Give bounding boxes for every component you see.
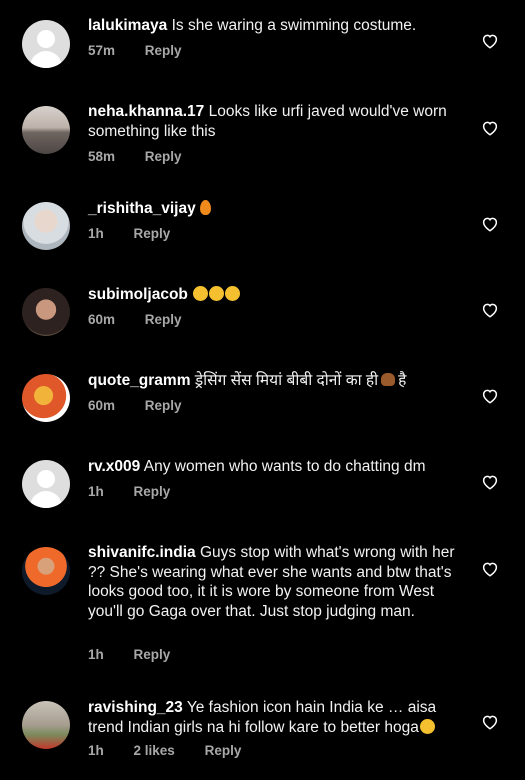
- laughing-emoji-icon: [209, 286, 225, 301]
- reply-button[interactable]: Reply: [134, 647, 171, 662]
- heart-outline-icon[interactable]: [481, 713, 499, 731]
- username[interactable]: lalukimaya: [88, 17, 167, 34]
- comment-text: ड्रेसिंग सेंस मियां बीबी दोनों का ही: [194, 372, 379, 389]
- avatar[interactable]: [22, 106, 70, 154]
- heart-outline-icon[interactable]: [481, 32, 499, 50]
- heart-outline-icon[interactable]: [481, 215, 499, 233]
- avatar[interactable]: [22, 202, 70, 250]
- laughing-emoji-icon: [419, 718, 435, 734]
- reply-button[interactable]: Reply: [134, 484, 171, 499]
- username[interactable]: neha.khanna.17: [88, 103, 204, 120]
- username[interactable]: subimoljacob: [88, 286, 188, 303]
- comment-time: 60m: [88, 312, 116, 327]
- avatar[interactable]: [22, 547, 70, 595]
- username[interactable]: quote_gramm: [88, 372, 191, 389]
- comment-time: 1h: [88, 484, 104, 499]
- comment-time: 1h: [88, 647, 104, 662]
- comment-time: 60m: [88, 398, 116, 413]
- username[interactable]: _rishitha_vijay: [88, 200, 196, 217]
- likes-count[interactable]: 2 likes: [134, 743, 175, 758]
- comment-text-end: है: [398, 372, 407, 389]
- avatar[interactable]: [22, 20, 70, 68]
- avatar[interactable]: [22, 288, 70, 336]
- heart-outline-icon[interactable]: [481, 301, 499, 319]
- username[interactable]: shivanifc.india: [88, 544, 196, 561]
- reply-button[interactable]: Reply: [145, 312, 182, 327]
- comment-text: Is she waring a swimming costume.: [171, 17, 417, 34]
- comment-time: 58m: [88, 149, 116, 164]
- laughing-emoji-icon: [225, 286, 241, 301]
- reply-button[interactable]: Reply: [145, 398, 182, 413]
- heart-outline-icon[interactable]: [481, 119, 499, 137]
- heart-outline-icon[interactable]: [481, 473, 499, 491]
- avatar[interactable]: [22, 701, 70, 749]
- poop-emoji-icon: [381, 373, 396, 386]
- reply-button[interactable]: Reply: [205, 743, 242, 758]
- comment-time: 1h: [88, 226, 104, 241]
- laughing-emoji-icon: [193, 286, 209, 301]
- heart-outline-icon[interactable]: [481, 387, 499, 405]
- comment-time: 57m: [88, 43, 116, 58]
- reply-button[interactable]: Reply: [134, 226, 171, 241]
- avatar[interactable]: [22, 460, 70, 508]
- heart-outline-icon[interactable]: [481, 560, 499, 578]
- comment-time: 1h: [88, 743, 104, 758]
- reply-button[interactable]: Reply: [145, 149, 182, 164]
- comments-list: lalukimaya Is she waring a swimming cost…: [0, 0, 525, 780]
- comment-text: Any women who wants to do chatting dm: [143, 458, 426, 475]
- username[interactable]: rv.x009: [88, 458, 140, 475]
- avatar[interactable]: [22, 374, 70, 422]
- username[interactable]: ravishing_23: [88, 699, 183, 716]
- reply-button[interactable]: Reply: [145, 43, 182, 58]
- fire-emoji-icon: [199, 200, 211, 215]
